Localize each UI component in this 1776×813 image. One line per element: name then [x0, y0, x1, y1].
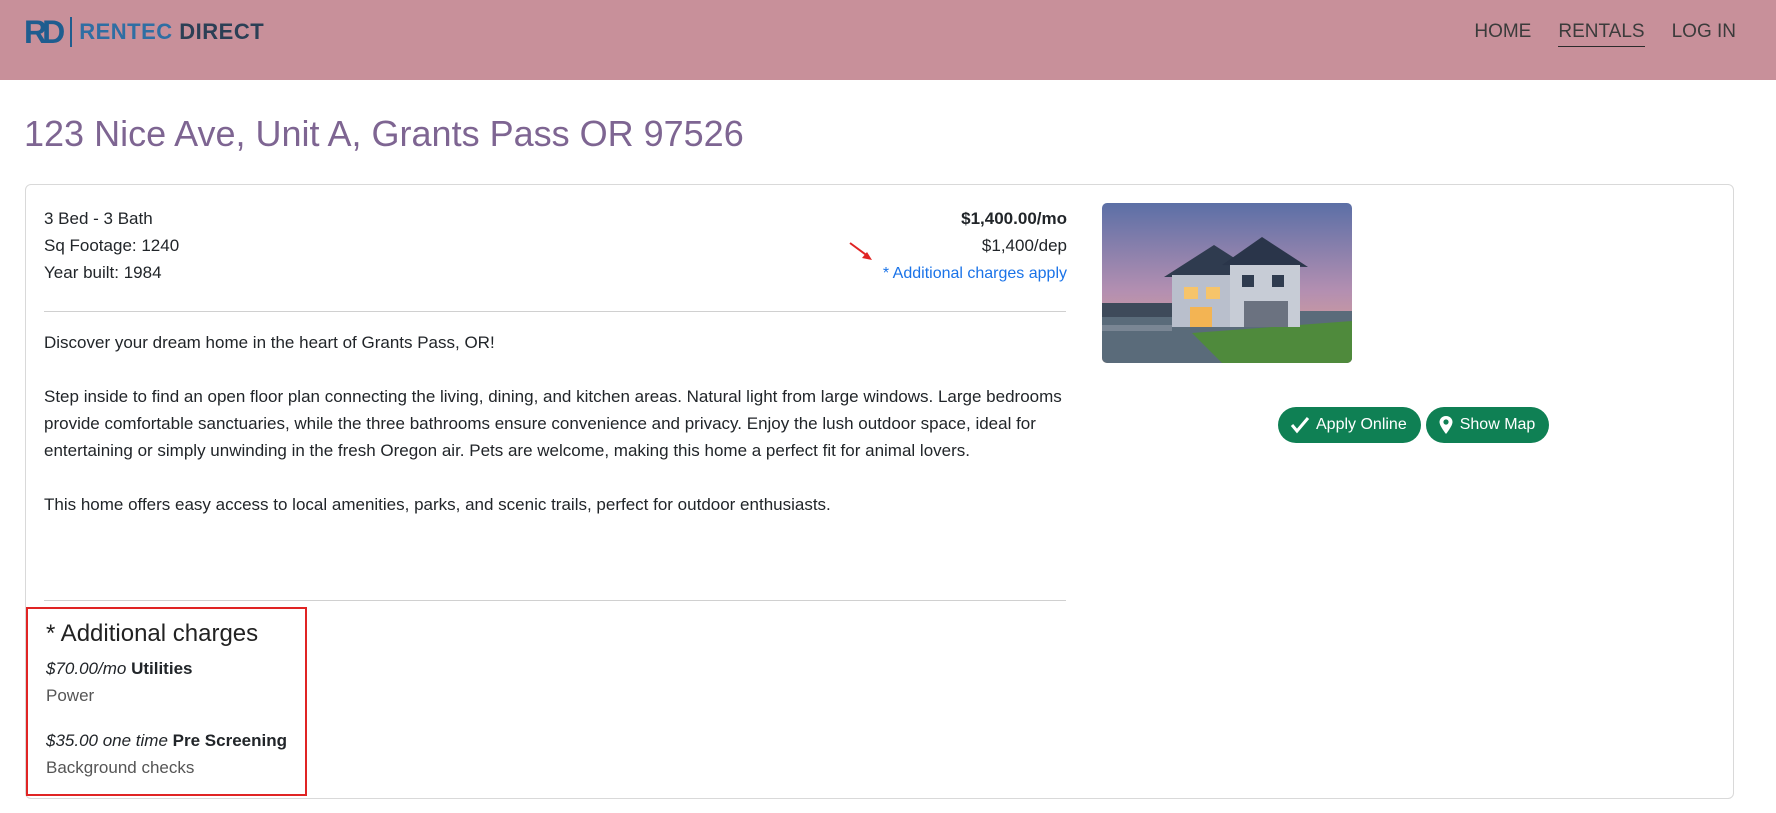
logo-text-part2: DIRECT [179, 19, 265, 44]
charge-description: Power [46, 686, 95, 705]
check-icon [1290, 417, 1310, 434]
map-pin-icon [1439, 416, 1453, 434]
charge-amount: $70.00/mo [46, 659, 127, 678]
charge-name: Pre Screening [172, 731, 287, 750]
logo-text-part1: RENTEC [79, 19, 173, 44]
house-image [1102, 203, 1352, 363]
description-paragraph: Step inside to find an open floor plan c… [44, 387, 1062, 460]
additional-charges: * Additional charges $70.00/mo Utilities… [46, 619, 287, 781]
top-navbar: RD RENTEC DIRECT HOME RENTALS LOG IN [0, 0, 1776, 80]
monthly-rent: $1,400.00/mo [961, 209, 1067, 228]
action-buttons: Apply Online Show Map [1278, 407, 1550, 443]
apply-online-label: Apply Online [1316, 416, 1407, 433]
rentec-direct-logo[interactable]: RD RENTEC DIRECT [24, 15, 264, 49]
show-map-label: Show Map [1459, 416, 1536, 433]
annotation-arrow-icon [849, 242, 872, 260]
square-footage: Sq Footage: 1240 [44, 236, 180, 255]
listing-address-title: 123 Nice Ave, Unit A, Grants Pass OR 975… [24, 113, 744, 154]
charge-line: $70.00/mo Utilities [46, 655, 287, 682]
charge-line: $35.00 one time Pre Screening [46, 727, 287, 754]
nav-rentals-link[interactable]: RENTALS [1558, 20, 1645, 47]
property-photo[interactable] [1102, 203, 1352, 363]
listing-description: Discover your dream home in the heart of… [44, 329, 1066, 545]
apply-online-button[interactable]: Apply Online [1278, 407, 1421, 443]
logo-mark: RD [24, 14, 65, 50]
divider [44, 311, 1066, 312]
listing-card: 3 Bed - 3 Bath Sq Footage: 1240 Year bui… [25, 184, 1734, 799]
show-map-button[interactable]: Show Map [1425, 407, 1550, 443]
property-facts: 3 Bed - 3 Bath Sq Footage: 1240 Year bui… [44, 205, 179, 286]
charge-description: Background checks [46, 758, 195, 777]
nav-login-link[interactable]: LOG IN [1672, 20, 1736, 47]
logo-text: RENTEC DIRECT [79, 15, 264, 49]
nav-home-link[interactable]: HOME [1474, 20, 1531, 47]
additional-charges-link[interactable]: * Additional charges apply [883, 265, 1067, 282]
additional-charges-title: * Additional charges [46, 620, 259, 647]
description-paragraph: Discover your dream home in the heart of… [44, 333, 495, 352]
divider [44, 600, 1066, 601]
pricing: $1,400.00/mo $1,400/dep * Additional cha… [883, 205, 1067, 287]
additional-charges-box: * Additional charges $70.00/mo Utilities… [26, 607, 307, 796]
deposit-amount: $1,400/dep [981, 236, 1067, 255]
year-built: Year built: 1984 [44, 263, 162, 282]
description-paragraph: This home offers easy access to local am… [44, 495, 831, 514]
main-nav: HOME RENTALS LOG IN [1474, 20, 1736, 47]
charge-amount: $35.00 one time [46, 731, 168, 750]
logo-divider [70, 17, 73, 47]
beds-baths: 3 Bed - 3 Bath [44, 209, 153, 228]
charge-name: Utilities [131, 659, 193, 678]
